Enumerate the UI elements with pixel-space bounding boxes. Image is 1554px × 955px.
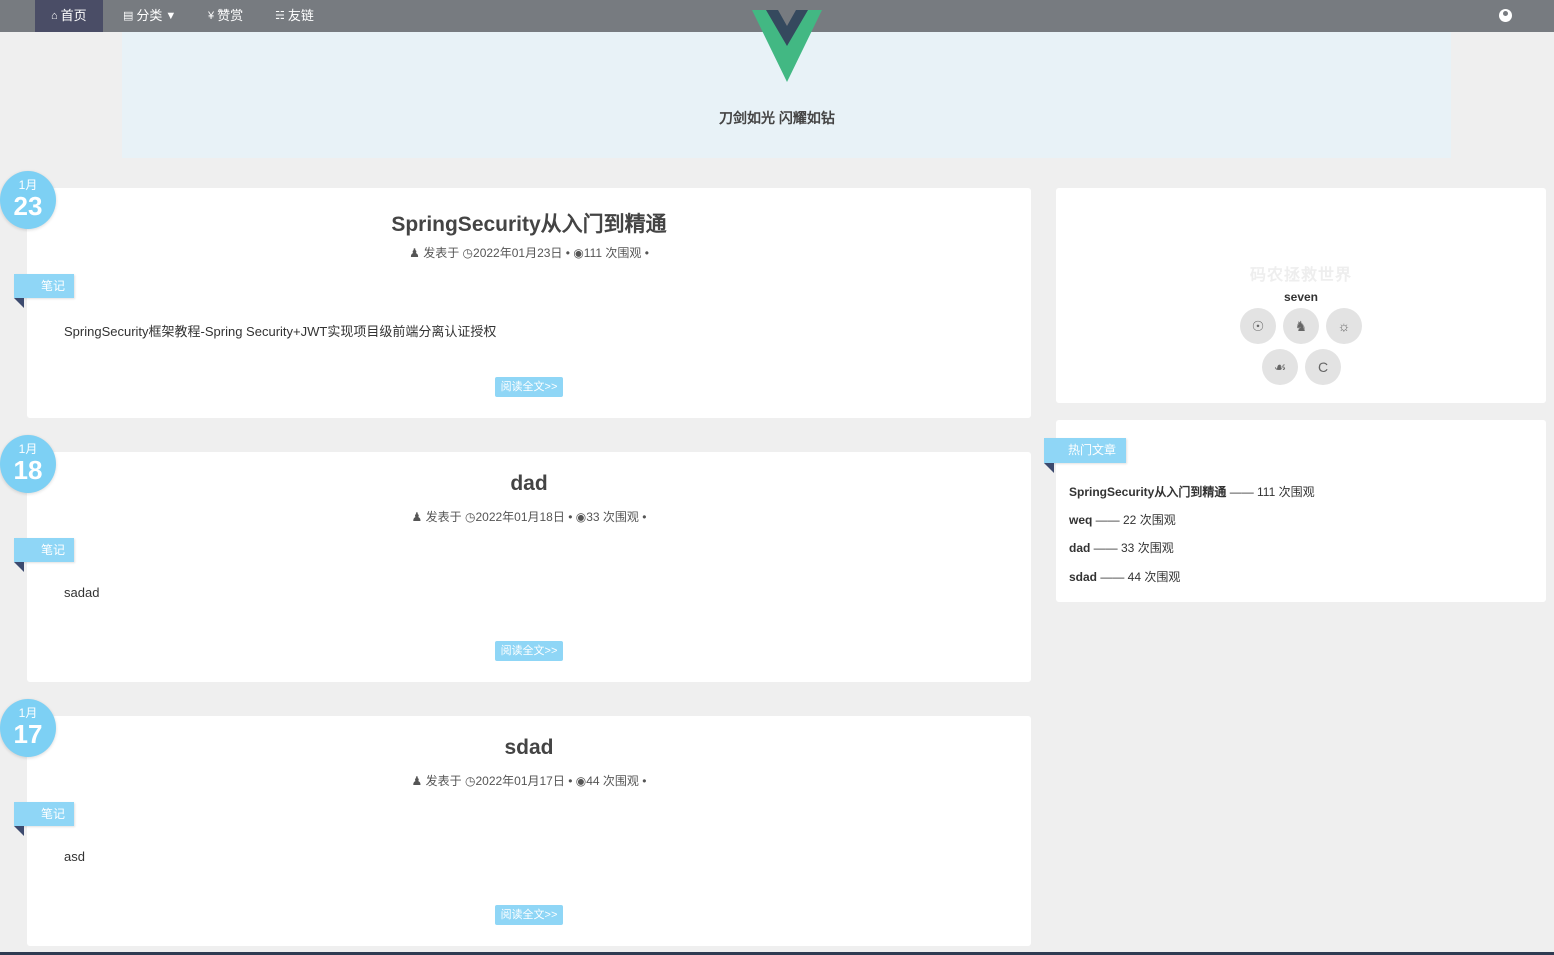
profile-card: 码农拯救世界 seven ☉ ♞ ☼ ☙ C	[1056, 188, 1546, 403]
nav-reward[interactable]: ¥ 赞赏	[208, 0, 243, 32]
wechat-icon[interactable]: ☙	[1262, 349, 1298, 385]
eye-icon: ◉	[575, 774, 587, 788]
weibo-icon[interactable]: ☼	[1326, 308, 1362, 344]
profile-name: seven	[1283, 290, 1319, 304]
post-meta: ♟ 发表于 ◷2022年01月23日 • ◉111 次围观 •	[409, 246, 649, 260]
tag-fold	[14, 298, 24, 308]
nav-home-label: 首页	[60, 8, 87, 23]
date-month: 1月	[18, 178, 38, 192]
post-summary: sadad	[64, 585, 100, 600]
hot-article-item[interactable]: sdad —— 44 次围观	[1069, 568, 1180, 585]
hot-article-views: —— 111 次围观	[1226, 485, 1315, 499]
author-icon: ♟	[411, 510, 423, 524]
github-icon[interactable]: ☉	[1240, 308, 1276, 344]
date-day: 23	[13, 191, 43, 221]
csdn-icon[interactable]: C	[1305, 349, 1341, 385]
hot-article-name: SpringSecurity从入门到精通	[1069, 485, 1227, 499]
post-summary: SpringSecurity框架教程-Spring Security+JWT实现…	[64, 324, 497, 339]
yen-icon: ¥	[208, 10, 215, 22]
post-card: sdad ♟ 发表于 ◷2022年01月17日 • ◉44 次围观 • asd …	[27, 716, 1031, 946]
post-views: 111 次围观	[583, 246, 642, 260]
hot-article-name: sdad	[1069, 570, 1098, 584]
post-meta: ♟ 发表于 ◷2022年01月17日 • ◉44 次围观 •	[411, 774, 647, 788]
hot-article-item[interactable]: dad —— 33 次围观	[1069, 539, 1174, 556]
user-icon[interactable]	[1499, 9, 1512, 22]
eye-icon: ◉	[575, 510, 587, 524]
post-tag[interactable]: 笔记	[14, 538, 74, 562]
clock-icon: ◷	[462, 246, 474, 260]
hot-article-item[interactable]: weq —— 22 次围观	[1069, 511, 1176, 528]
qq-icon[interactable]: ♞	[1283, 308, 1319, 344]
post-date-badge: 1月 17	[0, 699, 56, 757]
hot-articles-title: 热门文章	[1044, 438, 1126, 463]
post-posted-label: 发表于	[425, 510, 462, 524]
vue-logo	[752, 10, 822, 82]
date-day: 18	[13, 455, 43, 485]
post-title[interactable]: dad	[27, 472, 1031, 496]
post-summary: asd	[64, 849, 85, 864]
nav-category-dropdown[interactable]: ▤ 分类 ▼	[123, 0, 176, 32]
read-more-button[interactable]: 阅读全文>>	[495, 641, 563, 661]
profile-site-name: 码农拯救世界	[1249, 267, 1352, 284]
date-month: 1月	[18, 442, 38, 456]
nav-category-label: 分类	[136, 8, 163, 23]
post-tag[interactable]: 笔记	[14, 274, 74, 298]
post-card: dad ♟ 发表于 ◷2022年01月18日 • ◉33 次围观 • sadad…	[27, 452, 1031, 682]
hot-article-item[interactable]: SpringSecurity从入门到精通 —— 111 次围观	[1069, 483, 1315, 500]
post-title[interactable]: SpringSecurity从入门到精通	[27, 208, 1031, 238]
post-title[interactable]: sdad	[27, 736, 1031, 760]
tag-fold	[14, 562, 24, 572]
author-icon: ♟	[411, 774, 423, 788]
hot-article-views: —— 44 次围观	[1097, 570, 1181, 584]
post-date: 2022年01月18日	[475, 510, 565, 524]
date-month: 1月	[18, 706, 38, 720]
nav-home[interactable]: ⌂ 首页	[35, 0, 103, 32]
post-views: 33 次围观	[586, 510, 639, 524]
hot-article-views: —— 33 次围观	[1090, 541, 1174, 555]
author-icon: ♟	[409, 246, 420, 260]
banner-motto: 刀剑如光 闪耀如钻	[719, 110, 835, 126]
post-date-badge: 1月 18	[0, 435, 56, 493]
post-date: 2022年01月17日	[475, 774, 565, 788]
read-more-button[interactable]: 阅读全文>>	[495, 377, 563, 397]
link-icon: ☵	[275, 10, 285, 22]
hot-article-name: dad	[1069, 541, 1091, 555]
read-more-button[interactable]: 阅读全文>>	[495, 905, 563, 925]
nav-reward-label: 赞赏	[217, 8, 244, 23]
hot-article-views: —— 22 次围观	[1092, 513, 1176, 527]
eye-icon: ◉	[573, 246, 584, 260]
post-card: SpringSecurity从入门到精通 ♟ 发表于 ◷2022年01月23日 …	[27, 188, 1031, 418]
clock-icon: ◷	[464, 510, 476, 524]
post-views: 44 次围观	[586, 774, 639, 788]
clock-icon: ◷	[464, 774, 476, 788]
nav-links[interactable]: ☵ 友链	[275, 0, 314, 32]
caret-down-icon: ▼	[165, 10, 177, 22]
date-day: 17	[13, 719, 43, 749]
post-tag[interactable]: 笔记	[14, 802, 74, 826]
hot-article-name: weq	[1069, 513, 1093, 527]
nav-links-label: 友链	[287, 8, 314, 23]
post-posted-label: 发表于	[423, 246, 460, 260]
post-meta: ♟ 发表于 ◷2022年01月18日 • ◉33 次围观 •	[411, 510, 647, 524]
tag-fold	[14, 826, 24, 836]
list-icon: ▤	[123, 10, 134, 22]
home-icon: ⌂	[51, 10, 58, 22]
post-date-badge: 1月 23	[0, 171, 56, 229]
tag-fold	[1044, 463, 1054, 473]
post-date: 2022年01月23日	[473, 246, 563, 260]
post-posted-label: 发表于	[425, 774, 462, 788]
